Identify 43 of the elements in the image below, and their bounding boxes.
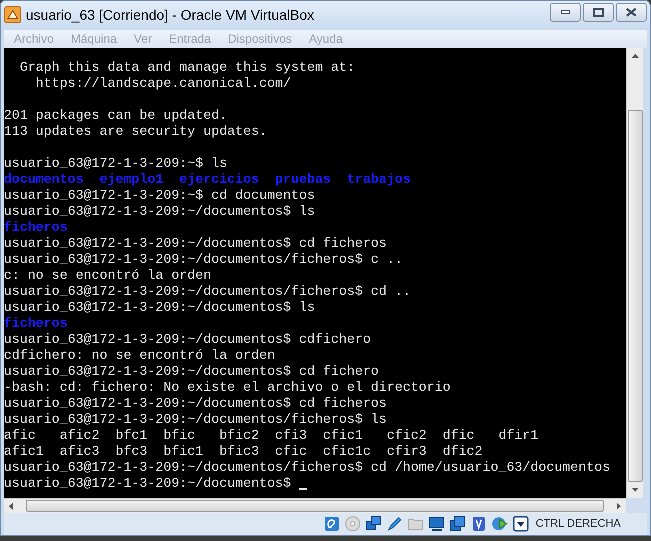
pen-icon[interactable]	[386, 516, 403, 532]
terminal-line: usuario_63@172-1-3-209:~/documentos/ficheros$ cd /home/usuario_63/documentos	[4, 460, 610, 476]
minimize-button[interactable]	[550, 2, 581, 22]
terminal-line: usuario_63@172-1-3-209:~/documentos$ cd ficheros	[4, 236, 388, 252]
terminal-line: documentos ejemplo1 ejercicios pruebas trabajos	[4, 172, 411, 188]
terminal-line: cdfichero: no se encontró la orden	[4, 348, 276, 364]
terminal-line: afic1 afic3 bfc3 bfic1 bfic3 cfic cfic1c cfir3 dfic2	[4, 444, 483, 460]
host-key-label: CTRL DERECHA	[536, 516, 621, 532]
ear-icon[interactable]	[324, 516, 340, 532]
terminal-line: usuario_63@172-1-3-209:~/documentos$	[4, 476, 292, 492]
terminal-line: 113 updates are security updates.	[4, 124, 268, 140]
terminal-line: usuario_63@172-1-3-209:~/documentos$ ls	[4, 300, 316, 316]
vertical-scrollbar[interactable]	[626, 48, 643, 498]
terminal-line: usuario_63@172-1-3-209:~/documentos/ficheros$ c ..	[4, 252, 403, 268]
monitor-icon[interactable]	[428, 516, 445, 532]
terminal-line: usuario_63@172-1-3-209:~/documentos$ cdfichero	[4, 332, 372, 348]
terminal-line: 201 packages can be updated.	[4, 108, 228, 124]
terminal-line: https://landscape.canonical.com/	[34, 76, 292, 92]
terminal-line: usuario_63@172-1-3-209:~$ cd documentos	[4, 188, 316, 204]
network-icon[interactable]	[366, 516, 382, 532]
maximize-button[interactable]	[583, 2, 614, 22]
close-button[interactable]	[616, 2, 647, 22]
terminal-line: afic afic2 bfc1 bfic bfic2 cfi3 cfic1 cfic2 dfic dfir1	[4, 428, 539, 444]
terminal-line: usuario_63@172-1-3-209:~/documentos$ cd ficheros	[4, 396, 388, 412]
window-title: usuario_63 [Corriendo] - Oracle VM VirtualBox	[26, 6, 314, 25]
terminal-line: usuario_63@172-1-3-209:~/documentos$ ls	[4, 204, 316, 220]
maximize-icon	[593, 8, 604, 17]
terminal-line: usuario_63@172-1-3-209:~/documentos/ficheros$ cd ..	[4, 284, 411, 300]
windows-icon[interactable]	[450, 516, 466, 532]
terminal-line: usuario_63@172-1-3-209:~/documentos/ficheros$ ls	[4, 412, 388, 428]
terminal-line: -bash: cd: fichero: No existe el archivo o el directorio	[4, 380, 451, 396]
chip-icon[interactable]	[470, 516, 487, 532]
terminal-line: Graph this data and manage this system at:	[18, 60, 356, 76]
terminal-line: ficheros	[4, 220, 68, 236]
horizontal-scrollbar[interactable]	[4, 498, 626, 514]
close-icon	[626, 8, 637, 17]
terminal-line: ficheros	[4, 316, 68, 332]
app-icon	[4, 6, 22, 24]
minimize-icon	[561, 10, 570, 14]
terminal-screen[interactable]	[4, 48, 626, 498]
terminal-line: c: no se encontró la orden	[4, 268, 212, 284]
terminal-line: usuario_63@172-1-3-209:~/documentos$ cd fichero	[4, 364, 380, 380]
terminal-line: usuario_63@172-1-3-209:~$ ls	[4, 156, 228, 172]
